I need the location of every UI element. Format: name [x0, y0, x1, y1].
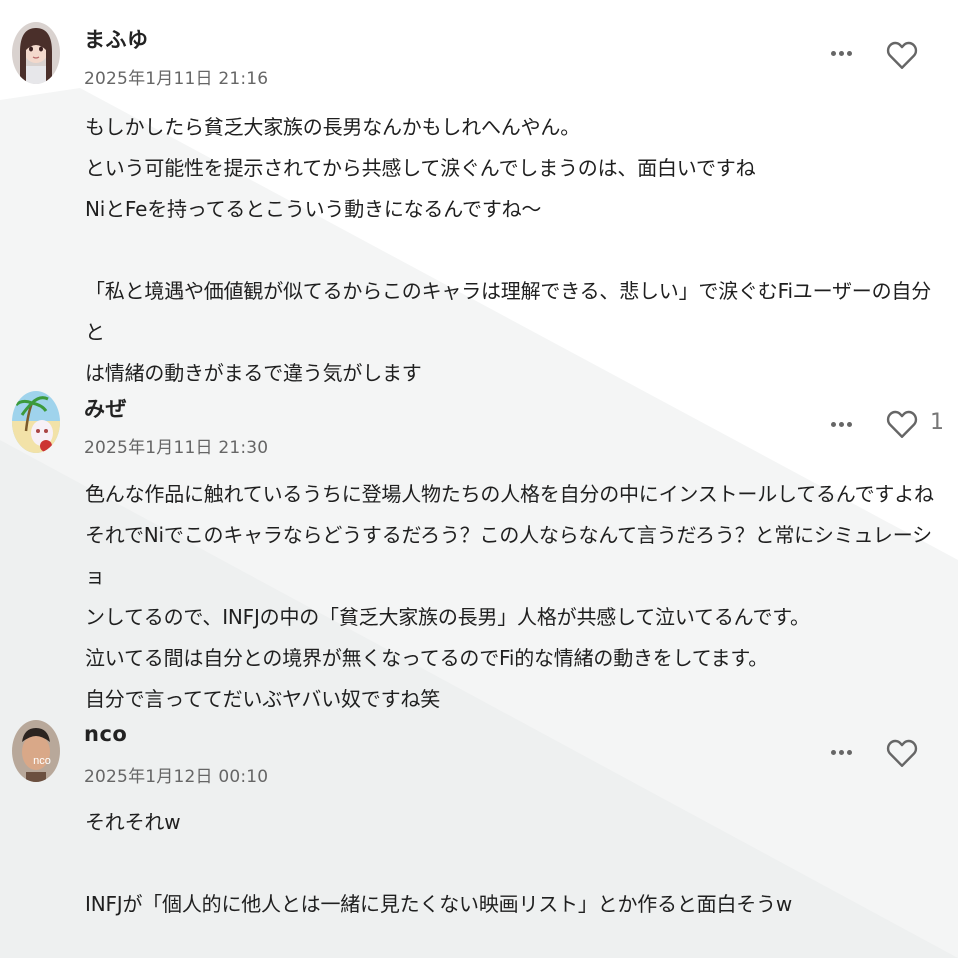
heart-outline-icon — [886, 41, 918, 69]
more-horizontal-icon — [830, 50, 836, 56]
comment-line: それでNiでこのキャラならどうするだろう？この人ならなんて言うだろう？と常にシミ… — [85, 523, 932, 588]
heart-outline-icon — [886, 739, 918, 767]
more-horizontal-icon — [830, 749, 836, 755]
comment-line: INFJが「個人的に他人とは一緒に見たくない映画リスト」とか作ると面白そうw — [85, 892, 793, 916]
avatar[interactable] — [12, 391, 60, 453]
comment-timestamp: 2025年1月11日 21:30 — [84, 438, 269, 458]
comment-author[interactable]: みぜ — [84, 393, 127, 423]
comment-body: もしかしたら貧乏大家族の長男なんかもしれへんやん。 という可能性を提示されてから… — [85, 107, 945, 394]
comment-line: 「私と境遇や価値観が似てるからこのキャラは理解できる、悲しい」で涙ぐむFiユーザ… — [85, 279, 932, 344]
comment-line: 泣いてる間は自分との境界が無くなってるのでFi的な情緒の動きをしてます。 — [85, 646, 769, 670]
heart-outline-icon — [886, 410, 918, 438]
comment-line: NiとFeを持ってるとこういう動きになるんですね〜 — [85, 197, 542, 221]
comment-body: それそれw INFJが「個人的に他人とは一緒に見たくない映画リスト」とか作ると面… — [85, 802, 945, 925]
like-button[interactable] — [884, 735, 920, 771]
comment-author[interactable]: まふゆ — [84, 24, 149, 54]
comment-line — [85, 230, 945, 271]
more-options-button[interactable] — [826, 742, 856, 762]
comment-timestamp: 2025年1月11日 21:16 — [84, 69, 269, 89]
comment-line: という可能性を提示されてから共感して涙ぐんでしまうのは、面白いですね — [85, 156, 756, 180]
avatar-text: nco — [33, 755, 51, 767]
more-horizontal-icon — [830, 421, 836, 427]
comment-author[interactable]: nco — [84, 722, 127, 746]
comment-body: 色んな作品に触れているうちに登場人物たちの人格を自分の中にインストールしてるんで… — [85, 474, 945, 720]
comment-line: 色んな作品に触れているうちに登場人物たちの人格を自分の中にインストールしてるんで… — [85, 482, 934, 506]
avatar[interactable]: nco — [12, 720, 60, 782]
comment-line: ンしてるので、INFJの中の「貧乏大家族の長男」人格が共感して泣いてるんです。 — [85, 605, 810, 629]
comment-line: は情緒の動きがまるで違う気がします — [85, 361, 422, 385]
avatar[interactable] — [12, 22, 60, 84]
comment-timestamp: 2025年1月12日 00:10 — [84, 767, 269, 787]
comment-line — [85, 843, 945, 884]
more-options-button[interactable] — [826, 43, 856, 63]
like-button[interactable] — [884, 37, 920, 73]
avatar-beach-illustration-icon — [12, 391, 60, 453]
more-options-button[interactable] — [826, 414, 856, 434]
like-count: 1 — [930, 410, 944, 435]
comment-line: 自分で言っててだいぶヤバい奴ですね笑 — [85, 687, 440, 711]
comment-line: もしかしたら貧乏大家族の長男なんかもしれへんやん。 — [85, 115, 580, 139]
avatar-girl-illustration-icon — [12, 22, 60, 84]
comment-thread: まふゆ 2025年1月11日 21:16 もしかしたら貧乏大家族の長男なんかもし… — [0, 0, 958, 958]
comment-line: それそれw — [85, 810, 181, 834]
like-button[interactable] — [884, 406, 920, 442]
avatar-photo-man-icon: nco — [12, 720, 60, 782]
